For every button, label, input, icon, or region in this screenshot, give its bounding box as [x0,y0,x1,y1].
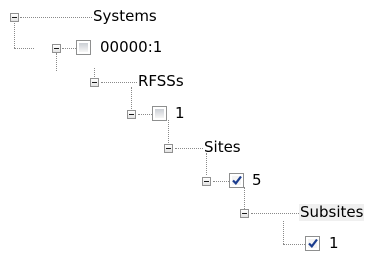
tree-connector [101,82,137,83]
node-checkbox[interactable] [76,40,91,55]
tree-connector [283,221,284,244]
node-checkbox[interactable] [305,236,320,251]
node-checkbox[interactable] [152,106,167,121]
tree-node-label[interactable]: Systems [92,8,158,25]
tree-node-label[interactable]: 1 [328,235,340,252]
collapse-toggle-icon[interactable] [90,78,99,87]
collapse-toggle-icon[interactable] [202,177,211,186]
tree-connector [62,48,76,49]
tree-node-label[interactable]: 1 [174,105,186,122]
tree-connector [20,17,92,18]
tree-node-label[interactable]: 5 [251,172,263,189]
tree-connector [251,213,299,214]
collapse-toggle-icon[interactable] [164,144,173,153]
tree-connector [56,53,57,71]
collapse-toggle-icon[interactable] [240,209,249,218]
tree-connector [175,148,203,149]
collapse-toggle-icon[interactable] [52,44,61,53]
tree-connector [131,87,132,109]
tree-node-label[interactable]: 00000:1 [99,39,163,56]
tree-connector [138,114,152,115]
collapse-toggle-icon[interactable] [127,110,136,119]
tree-connector [213,181,229,182]
collapse-toggle-icon[interactable] [10,13,19,22]
node-checkbox[interactable] [229,173,244,188]
checkmark-icon [232,175,242,185]
tree-node-label[interactable]: RFSSs [137,73,185,90]
tree-connector [168,120,169,143]
tree-connector [14,23,15,48]
tree-node-label[interactable]: Sites [203,139,242,156]
tree-connector [283,244,305,245]
checkmark-icon [308,238,318,248]
tree-view[interactable]: Systems 00000:1 RFSSs 1 Sites 5 Subsites… [0,0,390,254]
tree-connector [206,153,207,175]
tree-connector [14,48,34,49]
tree-node-label[interactable]: Subsites [299,204,365,221]
